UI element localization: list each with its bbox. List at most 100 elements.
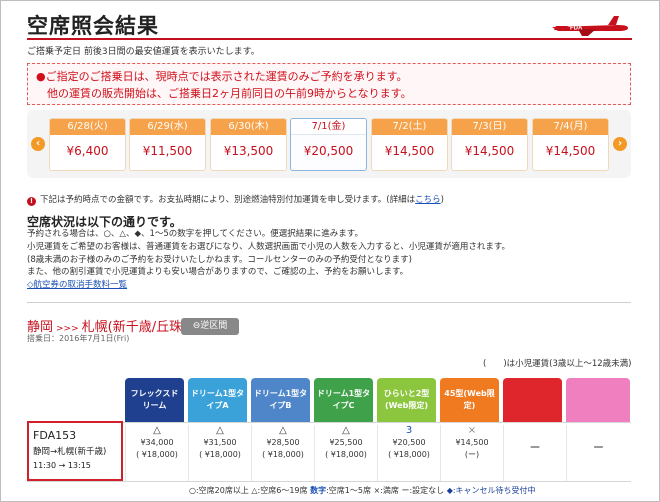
availability-mark: △ [342, 425, 350, 436]
fare-column-label: 45型(Web限定) [444, 389, 495, 410]
fare-column-label: ドリーム1型タイプA [190, 389, 245, 410]
fare-column-header: ドリーム1型タイプB [251, 378, 310, 422]
instruction-line: また、他の割引運賃で小児運賃よりも安い場合がありますので、ご確認の上、予約をお願… [27, 267, 409, 278]
child-fare: ( ¥18,000) [262, 450, 304, 459]
chevron-left-icon[interactable]: ‹ [31, 137, 45, 151]
day-price: ¥14,500 [545, 144, 596, 158]
chevron-right-icon[interactable]: › [613, 137, 627, 151]
fare-column-header: ひらいと2型(Web限定) [377, 378, 436, 422]
fare-column-label: フレックスドリーム [130, 389, 179, 410]
date-carousel: ‹ 6/28(火) ¥6,400 6/29(水) ¥11,500 6/30(木)… [27, 110, 631, 178]
cancel-fee-link[interactable]: ◇航空券の取消手数料一覧 [27, 279, 510, 292]
info-close: ) [440, 195, 444, 205]
day-card[interactable]: 6/30(木) ¥13,500 [210, 118, 287, 171]
svg-text:FDA: FDA [570, 26, 583, 32]
fare-price: ¥28,500 [266, 438, 300, 447]
not-set-mark: ー [529, 441, 541, 454]
availability-legend: ○:空席20席以上 △:空席6〜19席 数字:空席1〜5席 ×:満席 ー:設定な… [189, 485, 536, 496]
legend-number: :空席1〜5席 [326, 486, 371, 495]
instruction-line: 小児運賃をご希望のお客様は、普通運賃をお選びになり、人数選択画面で小児の人数を入… [27, 241, 510, 252]
day-label: 7/2(土) [372, 119, 447, 135]
day-label: 7/1(金) [291, 119, 366, 135]
fare-cell: × ¥14,500 (ー) [440, 425, 503, 481]
child-fare-note: ( )は小児運賃(3歳以上〜12歳未満) [483, 359, 632, 369]
day-label: 6/30(木) [211, 119, 286, 135]
boarding-date: 搭乗日：2016年7月1日(Fri) [27, 334, 130, 343]
fare-price: ¥34,000 [140, 438, 174, 447]
day-price: ¥14,500 [464, 144, 515, 158]
title-rule [27, 38, 632, 40]
fare-column-label: ドリーム1型タイプB [253, 389, 308, 410]
legend-none: ー:設定なし [401, 486, 445, 495]
day-price: ¥11,500 [142, 144, 193, 158]
fare-price: ¥25,500 [329, 438, 363, 447]
availability-mark: △ [153, 425, 161, 436]
fare-cell: ー [503, 425, 566, 481]
fare-column-header: 45型(Web限定) [440, 378, 499, 422]
legend-few: △:空席6〜19席 [251, 486, 308, 495]
availability-mark: 3 [405, 425, 413, 436]
day-card[interactable]: 7/4(月) ¥14,500 [532, 118, 609, 171]
notice-line-2: 他の運賃の販売開始は、ご搭乗日2ヶ月前同日の午前9時からとなります。 [47, 87, 412, 100]
instruction-line: 予約される場合は、○、△、◆、1〜5の数字を押してください。便選択結果に進みます… [27, 229, 363, 239]
fare-cell[interactable]: 3 ¥20,500 ( ¥18,000) [377, 425, 440, 481]
bullet-icon: ● [36, 70, 46, 83]
fare-column-header: ドリーム1型タイプC [314, 378, 373, 422]
day-card[interactable]: 6/29(水) ¥11,500 [129, 118, 206, 171]
vacancy-instructions: 予約される場合は、○、△、◆、1〜5の数字を押してください。便選択結果に進みます… [27, 228, 510, 292]
legend-number-prefix: 数字 [310, 486, 327, 495]
day-price: ¥13,500 [223, 144, 274, 158]
fare-column-label: ひらいと2型(Web限定) [383, 389, 430, 410]
info-text: 下記は予約時点での金額です。お支払時期により、別途燃油特別付加運賃を申し受けます… [40, 195, 416, 205]
fare-cell: ー [566, 425, 630, 481]
page-title: 空席照会結果 [27, 14, 159, 38]
day-price: ¥14,500 [384, 144, 435, 158]
day-card[interactable]: 6/28(火) ¥6,400 [49, 118, 126, 171]
fare-column-header [503, 378, 562, 422]
fare-cell[interactable]: △ ¥34,000 ( ¥18,000) [125, 425, 188, 481]
legend-waitlist: ◆:キャンセル待ち受付中 [446, 486, 536, 495]
child-fare: (ー) [464, 450, 480, 459]
row-divider [27, 481, 631, 482]
child-fare: ( ¥18,000) [325, 450, 367, 459]
subtitle: ご搭乗予定日 前後3日間の最安値運賃を表示いたします。 [27, 47, 260, 57]
fare-cell[interactable]: △ ¥25,500 ( ¥18,000) [314, 425, 377, 481]
fare-price: ¥20,500 [392, 438, 426, 447]
fare-cell[interactable]: △ ¥28,500 ( ¥18,000) [251, 425, 314, 481]
legend-vacant: ○:空席20席以上 [189, 486, 249, 495]
price-info: ! 下記は予約時点での金額です。お支払時期により、別途燃油特別付加運賃を申し受けま… [27, 193, 444, 206]
child-fare: ( ¥18,000) [136, 450, 178, 459]
flight-info-cell: FDA153 静岡→札幌(新千歳) 11:30 → 13:15 [27, 421, 123, 481]
legend-full: ×:満席 [373, 486, 399, 495]
flight-time: 11:30 → 13:15 [33, 461, 91, 470]
flight-number: FDA153 [33, 429, 77, 442]
availability-mark: △ [216, 425, 224, 436]
day-card[interactable]: 7/2(土) ¥14,500 [371, 118, 448, 171]
info-icon: ! [27, 197, 36, 206]
divider [27, 302, 631, 303]
fare-column-header: ドリーム1型タイプA [188, 378, 247, 422]
day-card-selected[interactable]: 7/1(金) ¥20,500 [290, 118, 367, 171]
availability-mark: △ [279, 425, 287, 436]
fare-column-header [566, 378, 630, 422]
fare-cell[interactable]: △ ¥31,500 ( ¥18,000) [188, 425, 251, 481]
fare-price: ¥31,500 [203, 438, 237, 447]
day-label: 7/3(日) [452, 119, 527, 135]
not-set-mark: ー [593, 441, 604, 454]
fda-plane-logo: FDA [552, 16, 628, 36]
day-label: 6/29(水) [130, 119, 205, 135]
day-label: 7/4(月) [533, 119, 608, 135]
fare-column-header: フレックスドリーム [125, 378, 184, 422]
notice-box: ●ご指定のご搭乗日は、現時点では表示された運賃のみご予約を承ります。 他の運賃の… [27, 63, 631, 105]
reverse-route-button[interactable]: ⊖逆区間 [181, 318, 239, 335]
instruction-line: (8歳未満のお子様のみのご予約をお受けいたしかねます。コールセンターのみの予約受… [27, 254, 412, 265]
fare-column-label: ドリーム1型タイプC [316, 389, 371, 410]
availability-mark: × [467, 425, 477, 436]
day-price: ¥6,400 [66, 144, 109, 158]
flight-route: 静岡→札幌(新千歳) [33, 447, 107, 457]
notice-line-1: ご指定のご搭乗日は、現時点では表示された運賃のみご予約を承ります。 [45, 70, 408, 83]
day-label: 6/28(火) [50, 119, 125, 135]
day-price: ¥20,500 [303, 144, 354, 158]
details-link[interactable]: こちら [415, 195, 441, 205]
day-card[interactable]: 7/3(日) ¥14,500 [451, 118, 528, 171]
